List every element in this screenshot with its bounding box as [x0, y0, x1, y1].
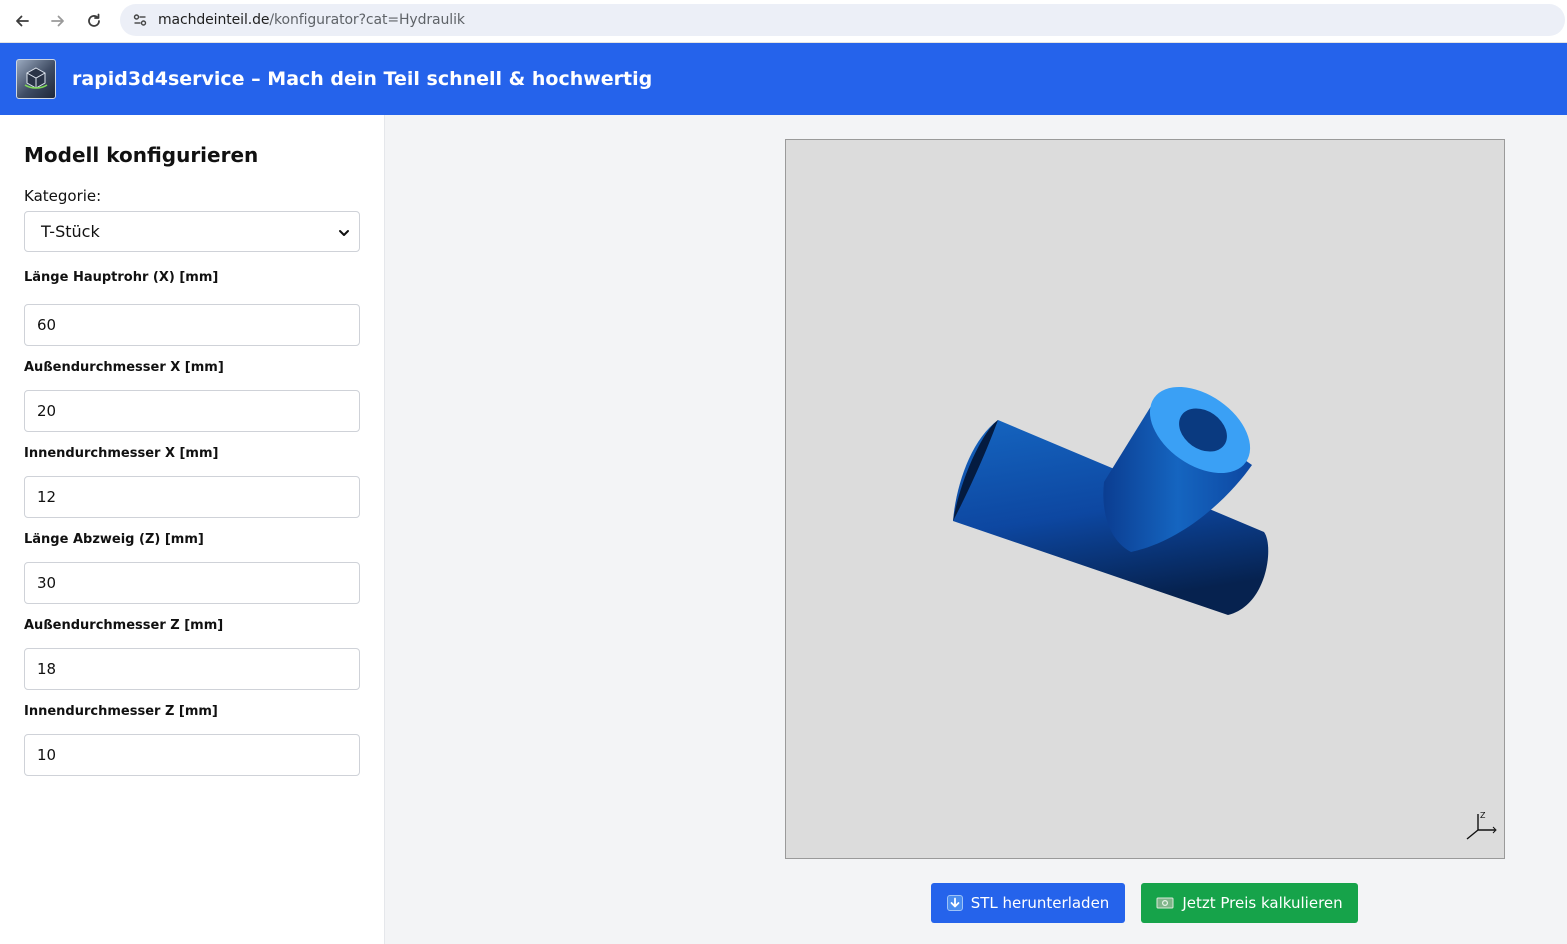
field-label-laenge-abzweig: Länge Abzweig (Z) [mm] [24, 532, 204, 547]
input-aussendurchmesser-x[interactable]: 20 [24, 390, 360, 432]
sidebar-title: Modell konfigurieren [24, 143, 259, 167]
category-label: Kategorie: [24, 187, 102, 205]
config-sidebar: Modell konfigurieren Kategorie: T-Stück … [0, 115, 385, 944]
site-settings-icon[interactable] [130, 10, 150, 30]
field-label-innendurchmesser-z: Innendurchmesser Z [mm] [24, 704, 218, 719]
input-laenge-hauptrohr[interactable]: 60 [24, 304, 360, 346]
address-bar[interactable]: machdeinteil.de/konfigurator?cat=Hydraul… [120, 4, 1565, 36]
price-calc-button[interactable]: Jetzt Preis kalkulieren [1141, 883, 1358, 923]
field-label-innendurchmesser-x: Innendurchmesser X [mm] [24, 446, 219, 461]
chevron-down-icon [337, 225, 351, 244]
browser-toolbar: machdeinteil.de/konfigurator?cat=Hydraul… [0, 0, 1567, 43]
url-text: machdeinteil.de/konfigurator?cat=Hydraul… [158, 12, 465, 28]
money-icon [1156, 896, 1174, 910]
back-arrow-icon[interactable] [10, 9, 34, 33]
axis-gizmo-icon: Z [1466, 811, 1497, 840]
t-piece-model[interactable] [786, 140, 1505, 859]
forward-arrow-icon[interactable] [46, 9, 70, 33]
reload-icon[interactable] [82, 9, 106, 33]
download-arrow-icon [946, 895, 963, 911]
app-title: rapid3d4service – Mach dein Teil schnell… [72, 68, 653, 90]
rapid3d-logo[interactable] [16, 59, 56, 99]
stl-download-button[interactable]: STL herunterladen [931, 883, 1125, 923]
input-laenge-abzweig[interactable]: 30 [24, 562, 360, 604]
input-aussendurchmesser-z[interactable]: 18 [24, 648, 360, 690]
app-header: rapid3d4service – Mach dein Teil schnell… [0, 43, 1567, 115]
3d-viewer[interactable]: Z [785, 139, 1505, 859]
field-label-laenge-hauptrohr: Länge Hauptrohr (X) [mm] [24, 270, 219, 285]
stl-download-label: STL herunterladen [970, 894, 1110, 912]
input-innendurchmesser-x[interactable]: 12 [24, 476, 360, 518]
category-select-value: T-Stück [41, 222, 100, 241]
input-innendurchmesser-z[interactable]: 10 [24, 734, 360, 776]
field-label-aussendurchmesser-z: Außendurchmesser Z [mm] [24, 618, 224, 633]
axis-z-label: Z [1480, 811, 1486, 820]
field-label-aussendurchmesser-x: Außendurchmesser X [mm] [24, 360, 224, 375]
price-calc-label: Jetzt Preis kalkulieren [1182, 894, 1343, 912]
category-select[interactable]: T-Stück [24, 211, 360, 252]
